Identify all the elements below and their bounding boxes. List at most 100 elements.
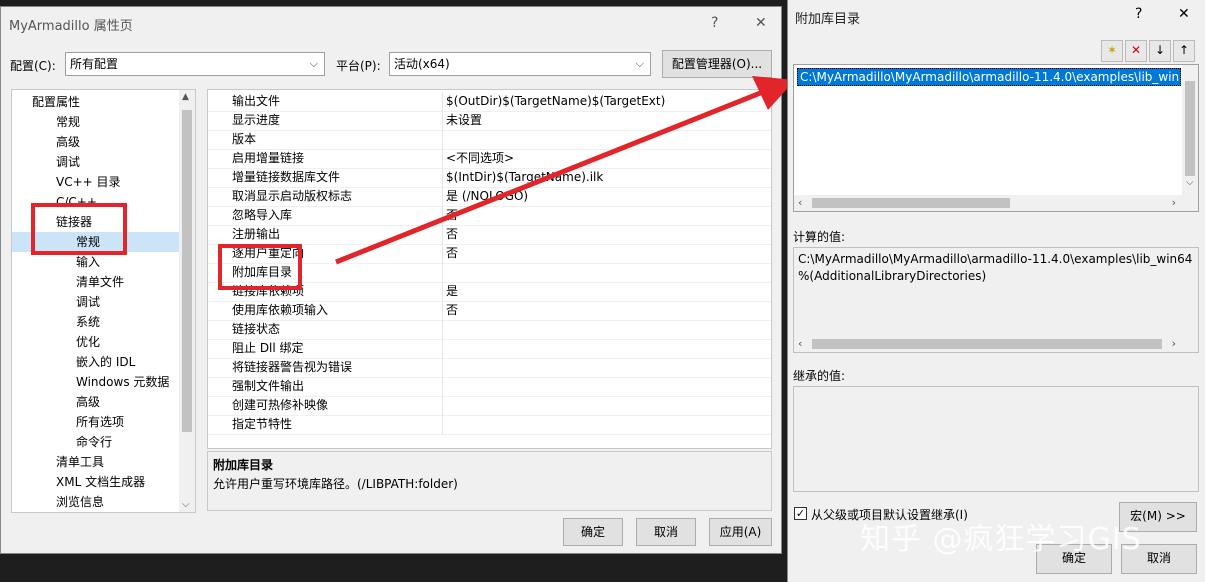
description-title: 附加库目录	[213, 458, 274, 472]
apply-button[interactable]: 应用(A)	[709, 518, 772, 546]
tree-item[interactable]: 输入	[12, 252, 179, 272]
grid-row[interactable]: 使用库依赖项输入 否	[208, 301, 771, 321]
scroll-left-icon[interactable]: ‹	[798, 196, 802, 209]
scroll-up-icon[interactable]: ▲	[182, 92, 189, 102]
grid-row[interactable]: 启用增量链接 <不同选项>	[208, 149, 771, 169]
scroll-right-icon[interactable]: ›	[1172, 196, 1176, 209]
grid-row[interactable]: 取消显示启动版权标志 是 (/NOLOGO)	[208, 187, 771, 207]
ok-button[interactable]: 确定	[563, 518, 623, 546]
property-value[interactable]: 否	[446, 244, 458, 263]
tree-item[interactable]: Windows 元数据	[12, 372, 179, 392]
tree-scrollbar[interactable]: ▲ ⌵	[179, 90, 195, 512]
property-name: 使用库依赖项输入	[232, 303, 329, 317]
scroll-right-icon[interactable]: ›	[1172, 337, 1176, 350]
column-separator	[442, 111, 443, 130]
property-value[interactable]: 否	[446, 206, 458, 225]
path-scrollbar-h[interactable]: ‹ ›	[794, 195, 1198, 211]
tree-item[interactable]: 高级	[12, 392, 179, 412]
property-name: 创建可热修补映像	[232, 398, 329, 412]
chevron-down-icon: ⌵	[635, 57, 644, 70]
scroll-thumb[interactable]	[812, 198, 1010, 208]
tree-item[interactable]: 命令行	[12, 432, 179, 452]
cancel-button[interactable]: 取消	[636, 518, 696, 546]
scroll-down-icon[interactable]: ⌵	[182, 499, 190, 510]
help-button[interactable]: ?	[1135, 6, 1142, 22]
grid-row[interactable]: 链接状态	[208, 320, 771, 340]
property-value[interactable]: 否	[446, 301, 458, 320]
move-up-icon[interactable]: ↑	[1173, 40, 1195, 62]
tree-item[interactable]: 高级	[12, 132, 179, 152]
platform-select[interactable]: 活动(x64) ⌵	[389, 52, 651, 76]
tree-item[interactable]: 浏览信息	[12, 492, 179, 512]
grid-row[interactable]: 增量链接数据库文件 $(IntDir)$(TargetName).ilk	[208, 168, 771, 188]
tree-item[interactable]: 系统	[12, 312, 179, 332]
tree-item[interactable]: 嵌入的 IDL	[12, 352, 179, 372]
help-button[interactable]: ?	[711, 15, 718, 31]
config-select-value: 所有配置	[70, 57, 119, 71]
delete-icon[interactable]: ✕	[1125, 40, 1147, 62]
platform-select-value: 活动(x64)	[394, 57, 450, 71]
scroll-thumb[interactable]	[812, 339, 1162, 349]
computed-scrollbar-h[interactable]: ‹ ›	[794, 336, 1198, 352]
library-dirs-dialog: 附加库目录 ? ✕ ✶ ✕ ↓ ↑ C:\MyArmadillo\MyArmad…	[787, 0, 1205, 582]
tree-item[interactable]: 调试	[12, 152, 179, 172]
column-separator	[442, 225, 443, 244]
property-name: 启用增量链接	[232, 151, 305, 165]
column-separator	[442, 301, 443, 320]
path-scrollbar-v[interactable]: ⌵	[1182, 65, 1198, 195]
scroll-thumb[interactable]	[1185, 81, 1195, 176]
computed-box: C:\MyArmadillo\MyArmadillo\armadillo-11.…	[793, 247, 1199, 353]
path-entry-text: C:\MyArmadillo\MyArmadillo\armadillo-11.…	[800, 70, 1181, 84]
grid-row[interactable]: 强制文件输出	[208, 377, 771, 397]
tree-item[interactable]: 优化	[12, 332, 179, 352]
tree-item[interactable]: 所有选项	[12, 412, 179, 432]
close-icon[interactable]: ✕	[755, 15, 767, 31]
grid-row[interactable]: 注册输出 否	[208, 225, 771, 245]
close-icon[interactable]: ✕	[1178, 6, 1190, 22]
dialog-title: 附加库目录	[795, 12, 861, 27]
property-tree: 配置属性 常规 高级 调试 VC++ 目录 C/C++ 链接器 常规 输入 清单文件 调试 系统 优化嵌…	[11, 89, 196, 513]
path-entry[interactable]: C:\MyArmadillo\MyArmadillo\armadillo-11.…	[797, 68, 1181, 86]
column-separator	[442, 263, 443, 282]
property-name: 增量链接数据库文件	[232, 170, 341, 184]
grid-row[interactable]: 将链接器警告视为错误	[208, 358, 771, 378]
property-value[interactable]: 是 (/NOLOGO)	[446, 187, 528, 206]
tree-item[interactable]: 调试	[12, 292, 179, 312]
tree-item[interactable]: 常规	[12, 112, 179, 132]
tree-item[interactable]: 清单工具	[12, 452, 179, 472]
property-value[interactable]: <不同选项>	[446, 149, 514, 168]
property-value[interactable]: 是	[446, 282, 458, 301]
property-name: 忽略导入库	[232, 208, 293, 222]
grid-row[interactable]: 忽略导入库 否	[208, 206, 771, 226]
column-separator	[442, 244, 443, 263]
grid-row[interactable]: 阻止 Dll 绑定	[208, 339, 771, 359]
tree-item[interactable]: 清单文件	[12, 272, 179, 292]
scroll-down-icon[interactable]: ⌵	[1186, 177, 1194, 188]
scroll-left-icon[interactable]: ‹	[798, 337, 802, 350]
move-down-icon[interactable]: ↓	[1149, 40, 1171, 62]
property-name: 注册输出	[232, 227, 281, 241]
property-name: 强制文件输出	[232, 379, 305, 393]
grid-row[interactable]: 版本	[208, 130, 771, 150]
grid-row[interactable]: 输出文件 $(OutDir)$(TargetName)$(TargetExt)	[208, 92, 771, 112]
new-folder-icon[interactable]: ✶	[1101, 40, 1123, 62]
inherited-label: 继承的值:	[793, 369, 846, 383]
property-value[interactable]: $(OutDir)$(TargetName)$(TargetExt)	[446, 92, 665, 111]
property-value[interactable]: 未设置	[446, 111, 482, 130]
grid-row[interactable]: 指定节特性	[208, 415, 771, 435]
grid-row[interactable]: 创建可热修补映像	[208, 396, 771, 416]
scroll-thumb[interactable]	[182, 110, 192, 432]
inherit-checkbox[interactable]: ✓	[794, 507, 807, 520]
property-value[interactable]: 否	[446, 225, 458, 244]
config-label: 配置(C):	[10, 59, 56, 73]
config-manager-button[interactable]: 配置管理器(O)...	[662, 50, 772, 78]
column-separator	[442, 149, 443, 168]
column-separator	[442, 415, 443, 434]
tree-item[interactable]: XML 文档生成器	[12, 472, 179, 492]
grid-row[interactable]: 显示进度 未设置	[208, 111, 771, 131]
config-select[interactable]: 所有配置 ⌵	[65, 52, 325, 76]
tree-item[interactable]: VC++ 目录	[12, 172, 179, 192]
property-value[interactable]: $(IntDir)$(TargetName).ilk	[446, 168, 603, 187]
tree-item[interactable]: 配置属性	[12, 92, 179, 112]
annotation-box-libdir	[218, 244, 302, 290]
